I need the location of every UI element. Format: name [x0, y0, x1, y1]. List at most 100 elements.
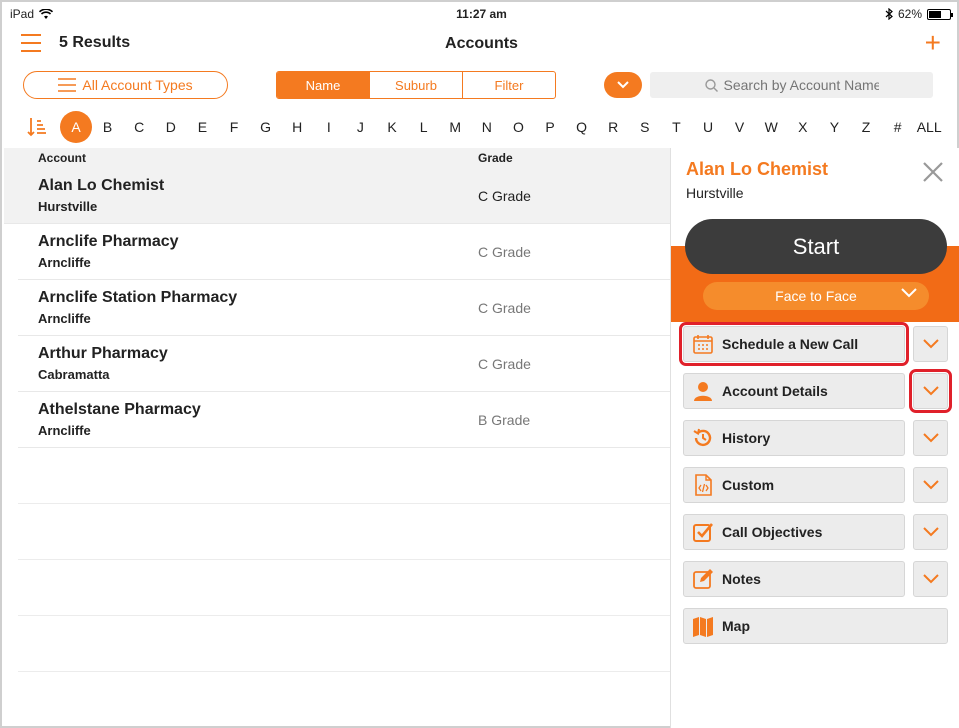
segment-name[interactable]: Name	[277, 72, 370, 98]
alpha-letter-s[interactable]: S	[629, 111, 661, 143]
alpha-letter-l[interactable]: L	[408, 111, 440, 143]
alpha-letter-i[interactable]: I	[313, 111, 345, 143]
alpha-letter-w[interactable]: W	[755, 111, 787, 143]
account-grade: C Grade	[478, 300, 531, 316]
toolbar: All Account Types Name Suburb Filter	[2, 71, 959, 101]
account-name: Arnclife Station Pharmacy	[38, 289, 238, 306]
close-icon[interactable]	[921, 160, 945, 184]
alpha-letter-p[interactable]: P	[534, 111, 566, 143]
sort-icon[interactable]	[27, 117, 47, 137]
chevron-down-icon	[922, 527, 939, 537]
alphabet-index: A B C D E F G H I J K L M N O P Q R S T U V W X Y Z # ALL	[2, 111, 959, 143]
chevron-down-icon	[922, 386, 939, 396]
map-label: Map	[722, 618, 750, 634]
table-row[interactable]: Alan Lo Chemist Hurstville C Grade	[4, 168, 670, 224]
edit-icon	[692, 568, 714, 590]
account-suburb: Arncliffe	[38, 255, 91, 270]
schedule-new-call-button[interactable]: Schedule a New Call	[679, 322, 909, 366]
account-suburb: Arncliffe	[38, 423, 91, 438]
sort-segmented-control: Name Suburb Filter	[276, 71, 556, 99]
table-row[interactable]: Arnclife Station Pharmacy Arncliffe C Gr…	[18, 280, 670, 336]
alpha-letter-c[interactable]: C	[123, 111, 155, 143]
alpha-letter-b[interactable]: B	[92, 111, 124, 143]
segment-filter[interactable]: Filter	[463, 72, 555, 98]
alpha-letter-e[interactable]: E	[186, 111, 218, 143]
account-name: Alan Lo Chemist	[38, 177, 165, 194]
account-suburb: Arncliffe	[38, 311, 91, 326]
chevron-down-icon	[922, 433, 939, 443]
chevron-down-icon	[922, 339, 939, 349]
call-objectives-expand-button[interactable]	[913, 514, 948, 550]
call-type-dropdown[interactable]: Face to Face	[703, 282, 929, 310]
custom-button[interactable]: Custom	[683, 467, 905, 503]
code-file-icon	[692, 474, 714, 496]
chevron-down-icon	[901, 288, 917, 298]
column-account: Account	[38, 151, 86, 165]
app-frame: iPad 11:27 am 62% 5 Results Accounts + A…	[0, 0, 959, 728]
alpha-letter-x[interactable]: X	[787, 111, 819, 143]
search-scope-dropdown[interactable]	[604, 72, 642, 98]
call-type-label: Face to Face	[775, 288, 857, 304]
notes-expand-button[interactable]	[913, 561, 948, 597]
search-box[interactable]	[650, 72, 933, 98]
account-grade: C Grade	[478, 244, 531, 260]
account-name: Arthur Pharmacy	[38, 345, 168, 362]
alpha-letter-m[interactable]: M	[439, 111, 471, 143]
schedule-new-call-expand-button[interactable]	[913, 326, 948, 362]
alpha-letter-k[interactable]: K	[376, 111, 408, 143]
alpha-letter-t[interactable]: T	[660, 111, 692, 143]
history-expand-button[interactable]	[913, 420, 948, 456]
chevron-down-icon	[617, 81, 629, 89]
battery-percent: 62%	[897, 7, 922, 21]
status-bar: iPad 11:27 am 62%	[2, 2, 959, 24]
history-button[interactable]: History	[683, 420, 905, 456]
account-details-label: Account Details	[722, 383, 828, 399]
alpha-letter-d[interactable]: D	[155, 111, 187, 143]
empty-row	[18, 616, 670, 672]
empty-row	[18, 560, 670, 616]
table-row[interactable]: Arnclife Pharmacy Arncliffe C Grade	[18, 224, 670, 280]
account-details-expand-button[interactable]	[909, 369, 952, 413]
call-objectives-label: Call Objectives	[722, 524, 823, 540]
custom-expand-button[interactable]	[913, 467, 948, 503]
alpha-letter-a[interactable]: A	[60, 111, 92, 143]
table-row[interactable]: Athelstane Pharmacy Arncliffe B Grade	[18, 392, 670, 448]
list-header: Account Grade	[4, 148, 670, 168]
alpha-letter-z[interactable]: Z	[850, 111, 882, 143]
account-suburb: Cabramatta	[38, 367, 110, 382]
empty-row	[18, 448, 670, 504]
column-grade: Grade	[478, 151, 513, 165]
start-button[interactable]: Start	[685, 219, 947, 274]
history-label: History	[722, 430, 771, 446]
alpha-letter-all[interactable]: ALL	[909, 111, 949, 143]
account-types-button[interactable]: All Account Types	[23, 71, 228, 99]
account-grade: C Grade	[478, 188, 531, 204]
alpha-letter-n[interactable]: N	[471, 111, 503, 143]
alpha-letter-j[interactable]: J	[344, 111, 376, 143]
notes-label: Notes	[722, 571, 761, 587]
schedule-new-call-label: Schedule a New Call	[722, 336, 859, 352]
account-suburb: Hurstville	[38, 199, 98, 214]
battery-icon	[927, 8, 953, 20]
add-icon[interactable]: +	[925, 29, 941, 57]
alpha-letter-f[interactable]: F	[218, 111, 250, 143]
alpha-letter-h[interactable]: H	[281, 111, 313, 143]
map-button[interactable]: Map	[683, 608, 948, 644]
page-title: Accounts	[445, 35, 518, 52]
account-details-button[interactable]: Account Details	[683, 373, 905, 409]
alpha-letter-o[interactable]: O	[502, 111, 534, 143]
alpha-letter-g[interactable]: G	[250, 111, 282, 143]
alpha-letter-v[interactable]: V	[724, 111, 756, 143]
alpha-letter-r[interactable]: R	[597, 111, 629, 143]
table-row[interactable]: Arthur Pharmacy Cabramatta C Grade	[18, 336, 670, 392]
alpha-letter-u[interactable]: U	[692, 111, 724, 143]
empty-row	[18, 504, 670, 560]
history-icon	[692, 427, 714, 449]
segment-suburb[interactable]: Suburb	[370, 72, 463, 98]
search-input[interactable]	[723, 77, 879, 93]
alpha-letter-q[interactable]: Q	[566, 111, 598, 143]
notes-button[interactable]: Notes	[683, 561, 905, 597]
alpha-letter-y[interactable]: Y	[818, 111, 850, 143]
status-time: 11:27 am	[456, 7, 507, 21]
call-objectives-button[interactable]: Call Objectives	[683, 514, 905, 550]
